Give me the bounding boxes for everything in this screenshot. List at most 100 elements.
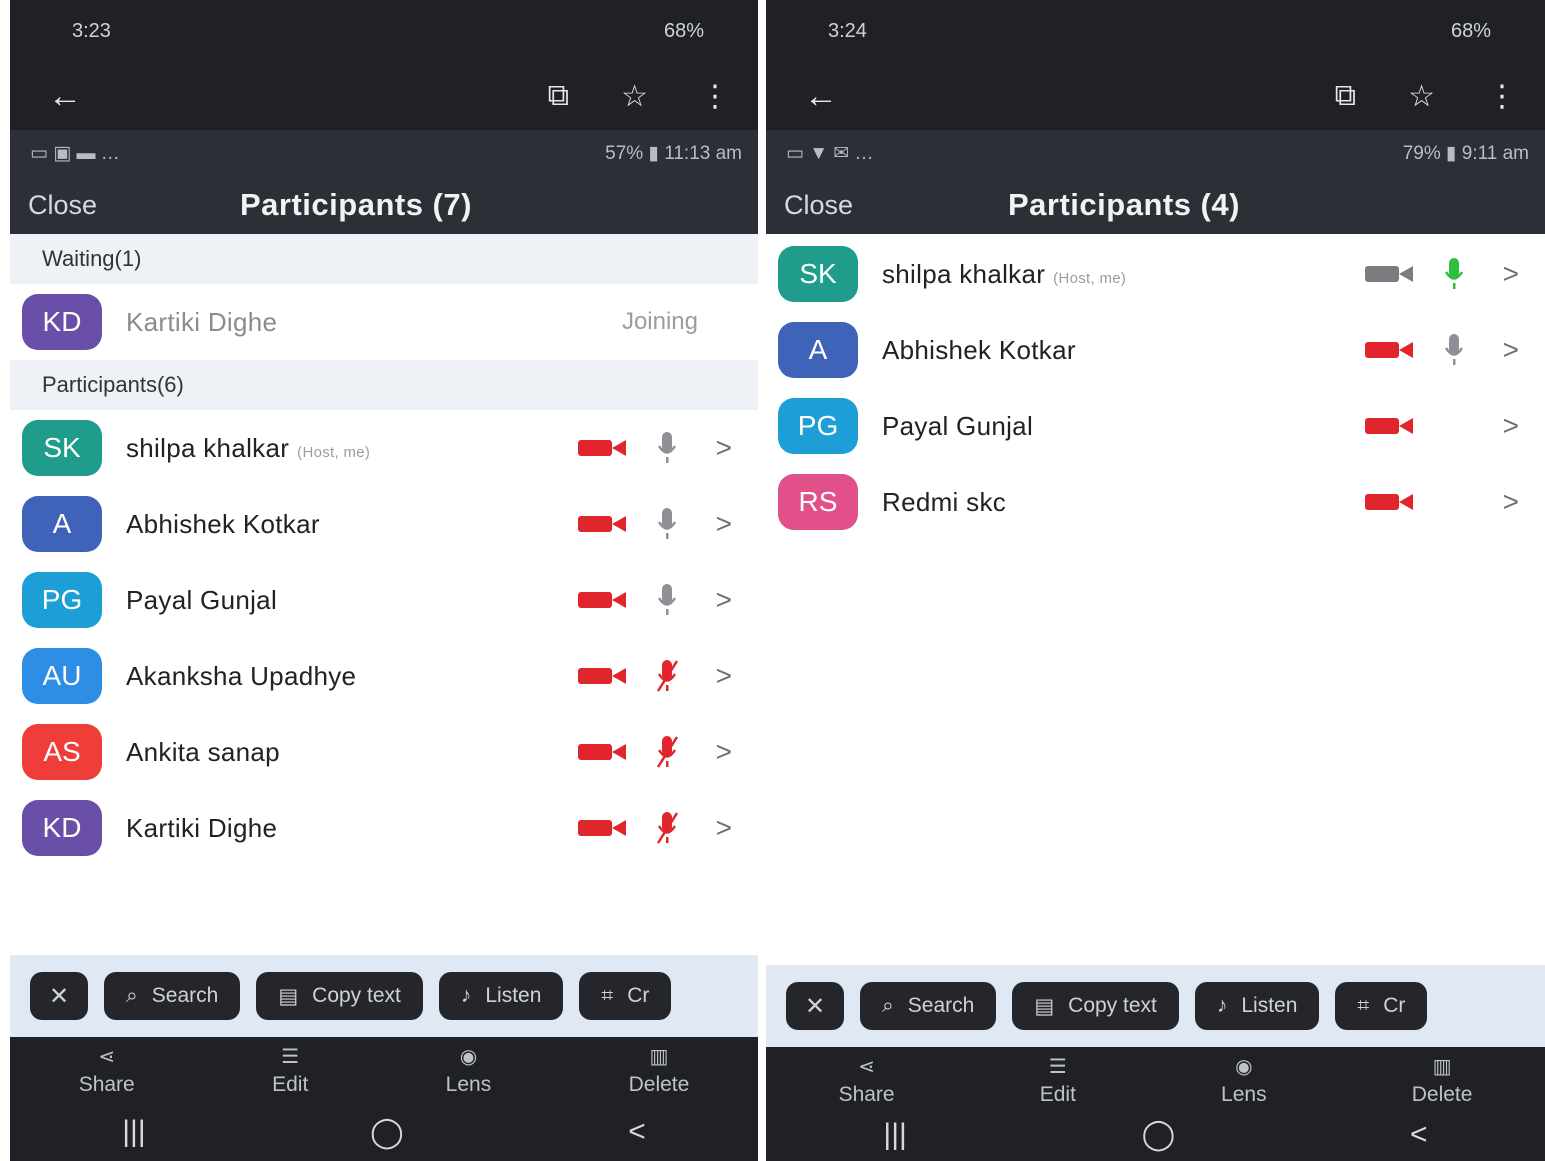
participant-name: Akanksha Upadhye xyxy=(126,661,578,692)
participant-name-text: Payal Gunjal xyxy=(882,410,1034,441)
gallery-app-bar: ← ⧉ ☆ ⋮ xyxy=(766,62,1545,130)
avatar: SK xyxy=(778,246,858,302)
more-vert-icon[interactable]: ⋮ xyxy=(700,79,730,114)
microphone-icon xyxy=(1443,333,1465,367)
participant-row[interactable]: RS Redmi skc > xyxy=(766,464,1545,540)
lens-search-chip[interactable]: ⌕ Search xyxy=(104,972,241,1020)
participant-row[interactable]: SK shilpa khalkar (Host, me) > xyxy=(766,236,1545,312)
microphone-icon xyxy=(656,431,678,465)
participant-name-text: Abhishek Kotkar xyxy=(882,334,1076,365)
chevron-right-icon[interactable]: > xyxy=(1503,410,1519,442)
crop-icon: ⌗ xyxy=(1357,994,1370,1017)
recents-nav-icon[interactable]: ||| xyxy=(883,1118,906,1152)
participants-title: Participants (4) xyxy=(1008,187,1240,222)
zoom-status-bar: ▭ ▣ ▬ … 57% ▮ 11:13 am xyxy=(10,130,758,176)
recents-nav-icon[interactable]: ||| xyxy=(122,1115,145,1149)
lens-listen-chip[interactable]: ♪ Listen xyxy=(1194,982,1320,1030)
status-battery: 68% xyxy=(1450,19,1491,42)
back-nav-icon[interactable]: < xyxy=(1410,1118,1428,1152)
star-icon[interactable]: ☆ xyxy=(621,79,648,114)
back-nav-icon[interactable]: < xyxy=(628,1115,646,1149)
avatar: SK xyxy=(22,420,102,476)
participants-header: Close Participants (4) xyxy=(766,176,1545,234)
share-icon: ⋖ xyxy=(98,1045,116,1068)
star-icon[interactable]: ☆ xyxy=(1408,79,1435,114)
share-button[interactable]: ⋖ Share xyxy=(839,1054,895,1107)
participant-name-text: shilpa khalkar xyxy=(126,432,290,463)
lens-crop-chip[interactable]: ⌗ Cr xyxy=(579,972,672,1020)
participant-row[interactable]: AS Ankita sanap > xyxy=(10,714,758,790)
phone-status-bar: 3:23 68% xyxy=(10,0,758,62)
participant-name-text: Kartiki Dighe xyxy=(126,306,278,337)
participant-row[interactable]: SK shilpa khalkar (Host, me) > xyxy=(10,410,758,486)
close-button[interactable]: Close xyxy=(784,190,853,221)
microphone-icon xyxy=(1443,257,1465,291)
chevron-right-icon[interactable]: > xyxy=(716,432,732,464)
delete-button[interactable]: ▥ Delete xyxy=(629,1044,690,1097)
mic-muted-icon xyxy=(656,735,678,769)
microphone-icon xyxy=(656,507,678,541)
lens-icon: ◉ xyxy=(1235,1055,1253,1078)
cast-icon[interactable]: ⧉ xyxy=(548,79,569,113)
lens-button[interactable]: ◉ Lens xyxy=(1221,1054,1267,1107)
waiting-row[interactable]: KD Kartiki Dighe Joining xyxy=(10,284,758,360)
back-arrow-icon[interactable]: ← xyxy=(804,77,1283,116)
copy-text-icon: ▤ xyxy=(278,984,299,1008)
participant-name-text: Payal Gunjal xyxy=(126,584,278,615)
share-button[interactable]: ⋖ Share xyxy=(79,1044,135,1097)
participant-name: Abhishek Kotkar xyxy=(126,509,578,540)
lens-icon: ◉ xyxy=(459,1045,478,1068)
lens-copy-text-chip[interactable]: ▤ Copy text xyxy=(256,972,423,1020)
delete-button[interactable]: ▥ Delete xyxy=(1412,1054,1473,1107)
zoom-battery: 79% xyxy=(1402,142,1441,164)
chevron-right-icon[interactable]: > xyxy=(716,736,732,768)
chevron-right-icon[interactable]: > xyxy=(716,812,732,844)
trash-icon: ▥ xyxy=(649,1045,669,1068)
home-nav-icon[interactable]: ◯ xyxy=(370,1115,404,1150)
right-screenshot: 3:24 68% ← ⧉ ☆ ⋮ ▭ ▼ ✉ … 79% ▮ 9:11 am C… xyxy=(766,0,1545,1161)
participant-row[interactable]: AU Akanksha Upadhye > xyxy=(10,638,758,714)
edit-button[interactable]: ☰ Edit xyxy=(1040,1054,1076,1107)
participant-row[interactable]: A Abhishek Kotkar > xyxy=(10,486,758,562)
participant-name-text: Redmi skc xyxy=(882,486,1007,517)
cast-icon[interactable]: ⧉ xyxy=(1335,79,1356,113)
back-arrow-icon[interactable]: ← xyxy=(48,77,496,116)
lens-listen-chip[interactable]: ♪ Listen xyxy=(438,972,564,1020)
participant-row[interactable]: PG Payal Gunjal > xyxy=(766,388,1545,464)
gallery-actions: ⋖ Share ☰ Edit ◉ Lens ▥ Delete xyxy=(766,1047,1545,1113)
lens-copy-text-chip[interactable]: ▤ Copy text xyxy=(1012,982,1179,1030)
lens-crop-chip[interactable]: ⌗ Cr xyxy=(1335,982,1428,1030)
participant-name-text: Abhishek Kotkar xyxy=(126,508,320,539)
listen-icon: ♪ xyxy=(1216,994,1228,1017)
participant-name: Payal Gunjal xyxy=(126,585,578,616)
video-off-icon xyxy=(1364,339,1413,361)
chevron-right-icon[interactable]: > xyxy=(1503,334,1519,366)
participant-name: Redmi skc xyxy=(882,487,1365,518)
chevron-right-icon[interactable]: > xyxy=(716,584,732,616)
notification-icons: ▭ ▼ ✉ … xyxy=(786,142,874,164)
avatar: PG xyxy=(22,572,102,628)
home-nav-icon[interactable]: ◯ xyxy=(1142,1117,1176,1152)
chevron-right-icon[interactable]: > xyxy=(1503,258,1519,290)
chevron-right-icon[interactable]: > xyxy=(716,508,732,540)
lens-search-chip[interactable]: ⌕ Search xyxy=(860,982,997,1030)
edit-button[interactable]: ☰ Edit xyxy=(272,1044,308,1097)
joining-status: Joining xyxy=(621,308,698,335)
participant-row[interactable]: PG Payal Gunjal > xyxy=(10,562,758,638)
close-button[interactable]: Close xyxy=(28,190,97,221)
avatar: PG xyxy=(778,398,858,454)
zoom-time: 9:11 am xyxy=(1461,142,1529,164)
participant-row[interactable]: A Abhishek Kotkar > xyxy=(766,312,1545,388)
lens-close-button[interactable]: ✕ xyxy=(30,972,88,1020)
lens-close-button[interactable]: ✕ xyxy=(786,982,844,1030)
participant-row[interactable]: KD Kartiki Dighe > xyxy=(10,790,758,866)
status-battery: 68% xyxy=(663,19,704,42)
edit-icon: ☰ xyxy=(281,1045,300,1068)
lens-chip-bar: ✕ ⌕ Search ▤ Copy text ♪ Listen ⌗ Cr xyxy=(766,965,1545,1047)
more-vert-icon[interactable]: ⋮ xyxy=(1487,79,1517,114)
notification-icons: ▭ ▣ ▬ … xyxy=(30,142,120,164)
system-nav-bar: ||| ◯ < xyxy=(10,1103,758,1161)
chevron-right-icon[interactable]: > xyxy=(716,660,732,692)
chevron-right-icon[interactable]: > xyxy=(1503,486,1519,518)
lens-button[interactable]: ◉ Lens xyxy=(446,1044,492,1097)
